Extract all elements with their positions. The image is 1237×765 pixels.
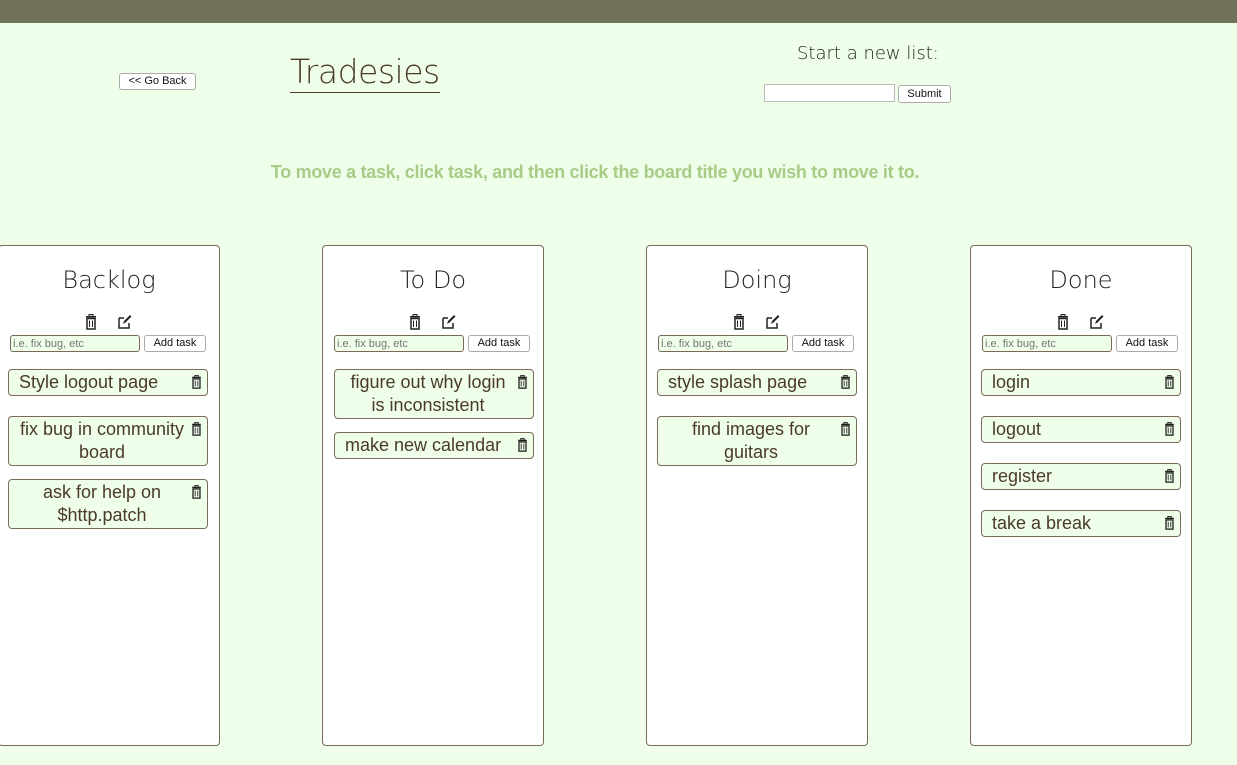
task-label: ask for help on $http.patch <box>42 482 162 525</box>
add-task-button[interactable]: Add task <box>792 335 854 352</box>
board-title[interactable]: Done <box>971 266 1191 294</box>
go-back-button[interactable]: << Go Back <box>119 73 196 90</box>
task-card[interactable]: register <box>981 463 1181 490</box>
task-label: figure out why login is inconsistent <box>350 372 506 415</box>
trash-icon[interactable] <box>191 485 202 499</box>
add-task-button[interactable]: Add task <box>1116 335 1178 352</box>
task-card[interactable]: Style logout page <box>8 369 208 396</box>
trash-icon[interactable] <box>1164 469 1175 483</box>
trash-icon[interactable] <box>517 375 528 389</box>
task-label: take a break <box>992 513 1092 533</box>
trash-icon[interactable] <box>1164 516 1175 530</box>
task-card[interactable]: style splash page <box>657 369 857 396</box>
board-title[interactable]: Doing <box>647 266 867 294</box>
trash-icon[interactable] <box>1164 375 1175 389</box>
task-label: register <box>992 466 1053 486</box>
instruction-text: To move a task, click task, and then cli… <box>270 162 920 182</box>
board-backlog: Backlog Add task Style logout page fix b… <box>0 245 220 746</box>
trash-icon[interactable] <box>517 438 528 452</box>
trash-icon[interactable] <box>191 375 202 389</box>
task-label: find images for guitars <box>691 419 811 462</box>
task-card[interactable]: fix bug in community board <box>8 416 208 466</box>
task-card[interactable]: figure out why login is inconsistent <box>334 369 534 419</box>
trash-icon[interactable] <box>733 314 745 330</box>
trash-icon[interactable] <box>409 314 421 330</box>
task-input[interactable] <box>10 335 140 352</box>
task-card[interactable]: make new calendar <box>334 432 534 459</box>
board-title[interactable]: To Do <box>323 266 543 294</box>
board-actions <box>323 314 543 332</box>
task-label: Style logout page <box>19 372 159 392</box>
top-bar <box>0 0 1237 23</box>
task-card[interactable]: take a break <box>981 510 1181 537</box>
task-label: fix bug in community board <box>19 419 185 462</box>
task-label: logout <box>992 419 1042 439</box>
task-label: login <box>992 372 1031 392</box>
task-card[interactable]: ask for help on $http.patch <box>8 479 208 529</box>
board-doing: Doing Add task style splash page find im… <box>646 245 868 746</box>
task-card[interactable]: find images for guitars <box>657 416 857 466</box>
new-list-input[interactable] <box>764 84 895 102</box>
add-task-button[interactable]: Add task <box>468 335 530 352</box>
trash-icon[interactable] <box>1164 422 1175 436</box>
board-actions <box>647 314 867 332</box>
task-label: style splash page <box>668 372 808 392</box>
task-label: make new calendar <box>345 435 502 455</box>
task-card[interactable]: login <box>981 369 1181 396</box>
edit-icon[interactable] <box>764 314 780 330</box>
add-task-button[interactable]: Add task <box>144 335 206 352</box>
trash-icon[interactable] <box>191 422 202 436</box>
trash-icon[interactable] <box>840 422 851 436</box>
page-title: Tradesies <box>290 52 440 93</box>
task-input[interactable] <box>658 335 788 352</box>
edit-icon[interactable] <box>1088 314 1104 330</box>
board-actions <box>971 314 1191 332</box>
board-actions <box>0 314 219 332</box>
task-input[interactable] <box>982 335 1112 352</box>
trash-icon[interactable] <box>85 314 97 330</box>
task-card[interactable]: logout <box>981 416 1181 443</box>
board-todo: To Do Add task figure out why login is i… <box>322 245 544 746</box>
submit-button[interactable]: Submit <box>898 85 951 103</box>
board-done: Done Add task login logout register take… <box>970 245 1192 746</box>
task-input[interactable] <box>334 335 464 352</box>
edit-icon[interactable] <box>440 314 456 330</box>
board-title[interactable]: Backlog <box>0 266 219 294</box>
trash-icon[interactable] <box>840 375 851 389</box>
trash-icon[interactable] <box>1057 314 1069 330</box>
edit-icon[interactable] <box>116 314 132 330</box>
new-list-label: Start a new list: <box>797 43 939 64</box>
